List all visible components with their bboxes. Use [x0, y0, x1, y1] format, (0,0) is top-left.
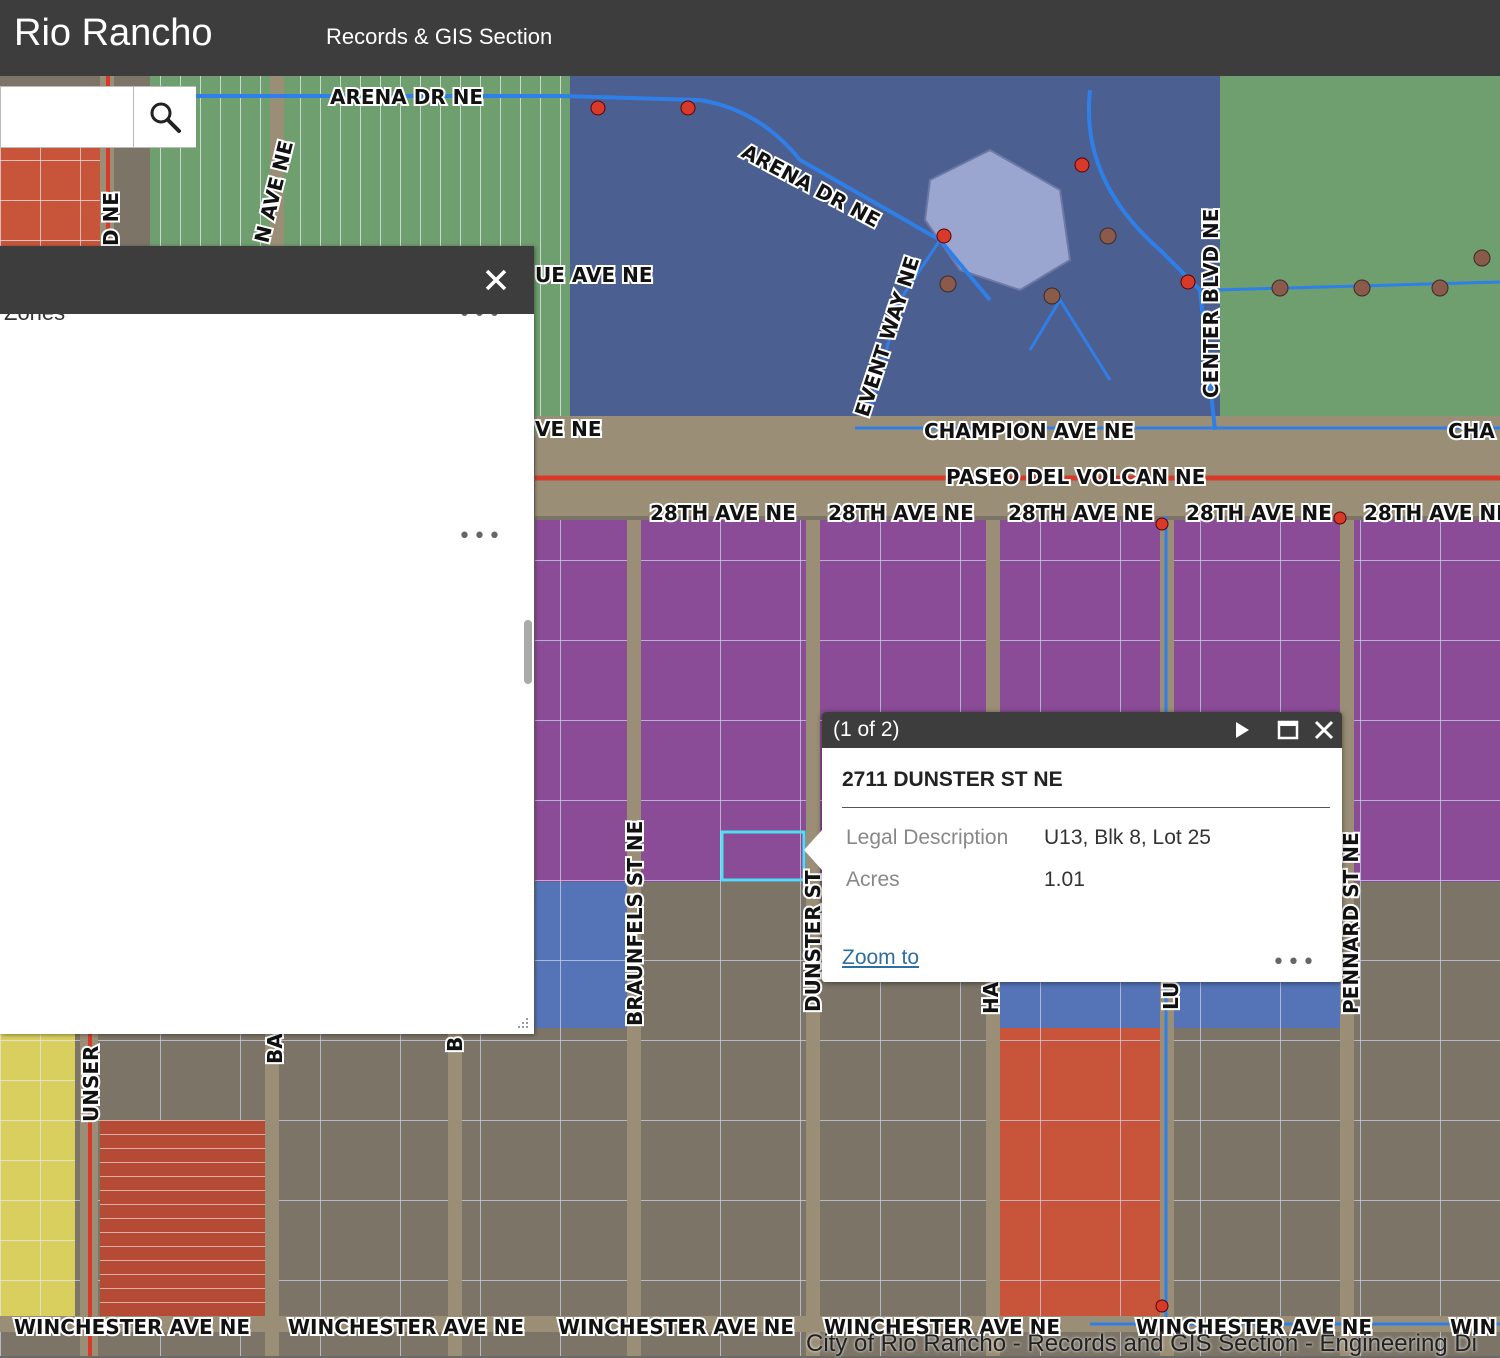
street-label: HA	[979, 981, 1003, 1014]
popup-header: (1 of 2)	[822, 712, 1342, 748]
hydrant-marker	[1431, 279, 1449, 297]
next-feature-icon[interactable]	[1230, 718, 1254, 742]
street-label: PENNARD ST NE	[1339, 832, 1363, 1014]
hydrant-marker	[1155, 1299, 1169, 1313]
street-label: WINCHESTER AVE NE	[14, 1315, 250, 1339]
street-label: 28TH AVE NE	[1186, 501, 1332, 525]
maximize-icon[interactable]	[1276, 718, 1300, 742]
street-label: WINCHESTER AVE NE	[558, 1315, 794, 1339]
street-label: CHAMPION AVE NE	[924, 419, 1134, 443]
hydrant-marker	[1180, 274, 1196, 290]
street-label: B	[443, 1037, 467, 1052]
attribute-label: Acres	[846, 868, 900, 891]
layer-item-label: Zones	[4, 314, 65, 326]
layer-panel: Zones ••• •••	[0, 246, 534, 1034]
hydrant-marker	[1155, 517, 1169, 531]
street-label: WINCHESTER AVE NE	[288, 1315, 524, 1339]
street-label: BA	[263, 1033, 287, 1064]
divider	[842, 807, 1330, 808]
panel-header	[0, 246, 534, 314]
search-widget	[0, 86, 196, 148]
street-label: VE NE	[535, 417, 602, 441]
street	[265, 1034, 279, 1356]
app-header: Rio Rancho Records & GIS Section	[0, 0, 1500, 76]
hydrant-marker	[1333, 511, 1347, 525]
layer-options-button[interactable]: •••	[458, 314, 503, 326]
popup-actions-button[interactable]: •••	[1272, 952, 1317, 974]
close-icon[interactable]	[482, 266, 510, 294]
panel-scrollbar[interactable]	[524, 620, 532, 684]
street-label: UNSER	[79, 1046, 103, 1122]
layer-options-button[interactable]: •••	[458, 526, 503, 548]
map-attribution: City of Rio Rancho - Records and GIS Sec…	[806, 1330, 1477, 1357]
popup-feature-count: (1 of 2)	[833, 718, 900, 741]
hydrant-marker	[939, 275, 957, 293]
close-icon[interactable]	[1312, 718, 1336, 742]
hydrant-marker	[590, 100, 606, 116]
search-icon	[150, 102, 181, 133]
hydrant-marker	[936, 228, 952, 244]
street-label: LU	[1159, 982, 1183, 1010]
attribute-value: U13, Blk 8, Lot 25	[1044, 826, 1211, 849]
zone-area	[0, 1034, 75, 1324]
street-label: UE AVE NE	[535, 263, 653, 287]
street-label: 28TH AVE NI	[1364, 501, 1500, 525]
street	[448, 1034, 462, 1356]
zone-area	[570, 76, 1220, 416]
search-input[interactable]	[1, 87, 133, 147]
hydrant-marker	[680, 100, 696, 116]
hydrant-marker	[1271, 279, 1289, 297]
street-label: CHA	[1448, 419, 1495, 443]
zoom-to-link[interactable]: Zoom to	[842, 946, 919, 970]
street-label: 28TH AVE NE	[1008, 501, 1154, 525]
street-label: BRAUNFELS ST NE	[623, 821, 647, 1026]
zone-area	[100, 1120, 270, 1320]
hydrant-marker	[1074, 157, 1090, 173]
street-label: 28TH AVE NE	[828, 501, 974, 525]
hydrant-marker	[1353, 279, 1371, 297]
search-button[interactable]	[133, 87, 196, 147]
street-label: ARENA DR NE	[330, 85, 483, 109]
street-label: D NE	[99, 192, 123, 246]
app-subtitle: Records & GIS Section	[326, 24, 553, 49]
street-label: PASEO DEL VOLCAN NE	[946, 465, 1205, 489]
zone-area	[1220, 76, 1500, 416]
feature-popup: (1 of 2) 2711 DUNSTER ST NE Legal Descri…	[804, 712, 1342, 982]
popup-title: 2711 DUNSTER ST NE	[842, 768, 1063, 791]
hydrant-marker	[1099, 227, 1117, 245]
street-label: CENTER BLVD NE	[1199, 209, 1223, 398]
panel-body: Zones ••• •••	[0, 314, 534, 1034]
attribute-label: Legal Description	[846, 826, 1009, 849]
hydrant-marker	[1043, 287, 1061, 305]
resize-grip-icon[interactable]	[516, 1016, 530, 1030]
zone-area	[0, 140, 110, 250]
app-title: Rio Rancho	[14, 12, 213, 54]
popup-pointer	[804, 830, 822, 870]
attribute-value: 1.01	[1044, 868, 1085, 891]
zone-area	[1000, 1028, 1160, 1318]
hydrant-marker	[1473, 249, 1491, 267]
street-label: 28TH AVE NE	[650, 501, 796, 525]
